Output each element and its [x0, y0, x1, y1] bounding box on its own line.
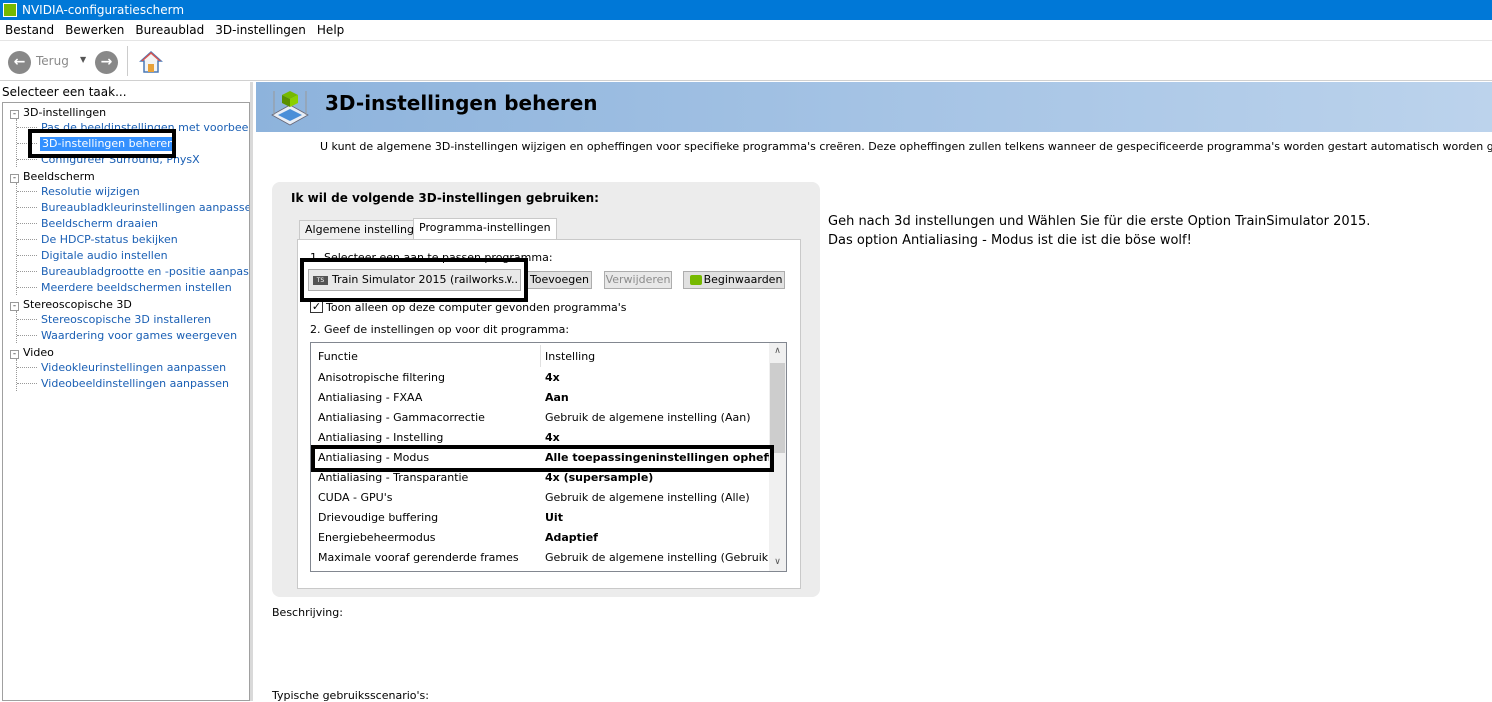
column-header-function[interactable]: Functie — [318, 350, 358, 363]
scroll-down-icon[interactable]: ∨ — [769, 554, 786, 571]
sidebar-item-video-image[interactable]: Videobeeldinstellingen aanpassen — [41, 377, 229, 391]
sidebar-item-image-settings-preview[interactable]: Pas de beeldinstellingen met voorbeeld a… — [41, 121, 249, 135]
scroll-up-icon[interactable]: ∧ — [769, 343, 786, 360]
restore-defaults-button[interactable]: Beginwaarden — [683, 271, 785, 289]
remove-program-button[interactable]: Verwijderen — [604, 271, 672, 289]
column-separator[interactable] — [540, 345, 541, 367]
program-select[interactable]: TS Train Simulator 2015 (railworks.... ∨ — [308, 269, 521, 291]
collapse-icon[interactable]: - — [10, 350, 19, 359]
history-dropdown-icon[interactable]: ▼ — [80, 55, 86, 64]
menu-bar: Bestand Bewerken Bureaublad 3D-instellingen… — [0, 20, 1492, 41]
page-description: U kunt de algemene 3D-instellingen wijzi… — [320, 140, 1492, 153]
program-select-value: Train Simulator 2015 (railworks.... — [332, 273, 518, 286]
back-label[interactable]: Terug — [36, 54, 69, 68]
sidebar-item-multiple-displays[interactable]: Meerdere beeldschermen instellen — [41, 281, 232, 295]
home-icon[interactable] — [139, 50, 163, 74]
tree-group-display[interactable]: - Beeldscherm — [10, 170, 95, 184]
sidebar-item-desktop-size-position[interactable]: Bureaubladgrootte en -positie aanpassen — [41, 265, 249, 279]
sidebar-title: Selecteer een taak... — [2, 85, 127, 99]
table-row[interactable]: Anisotropische filtering 4x — [311, 368, 769, 388]
menu-edit[interactable]: Bewerken — [60, 20, 130, 41]
sidebar-item-game-ratings[interactable]: Waardering voor games weergeven — [41, 329, 237, 343]
sidebar-item-configure-surround-physx[interactable]: Configureer Surround, PhysX — [41, 153, 200, 167]
page-title: 3D-instellingen beheren — [325, 91, 598, 115]
checkbox-label: Toon alleen op deze computer gevonden pr… — [326, 301, 627, 314]
window-title: NVIDIA-configuratiescherm — [22, 3, 185, 17]
title-bar: NVIDIA-configuratiescherm — [0, 0, 1492, 20]
table-row[interactable]: Antialiasing - Modus Alle toepassingenins… — [311, 448, 785, 468]
toolbar: ← Terug ▼ → — [0, 41, 1492, 81]
table-row[interactable]: Energiebeheermodus Adaptief — [311, 528, 769, 548]
table-row[interactable]: Maximale vooraf gerenderde frames Gebruik… — [311, 548, 786, 568]
step2-label: 2. Geef de instellingen op voor dit prog… — [310, 323, 570, 336]
table-row[interactable]: CUDA - GPU's Gebruik de algemene instelli… — [311, 488, 769, 508]
panel-title: Ik wil de volgende 3D-instellingen gebru… — [291, 191, 599, 205]
sidebar-item-manage-3d-settings[interactable]: 3D-instellingen beheren — [40, 137, 177, 151]
sidebar-item-hdcp-status[interactable]: De HDCP-status bekijken — [41, 233, 178, 247]
annotation-line-2: Das option Antialiasing - Modus ist die … — [828, 233, 1192, 248]
collapse-icon[interactable]: - — [10, 174, 19, 183]
nvidia-logo-icon — [690, 275, 702, 285]
add-program-button[interactable]: Toevoegen — [527, 271, 592, 289]
show-found-programs-checkbox[interactable]: ✓ — [310, 300, 323, 313]
scroll-thumb[interactable] — [770, 363, 785, 453]
table-scrollbar[interactable]: ∧ ∨ — [769, 343, 786, 571]
task-tree: -3D-instellingen Pas de beeldinstellinge… — [2, 102, 250, 701]
3d-settings-cube-icon — [271, 91, 309, 126]
task-sidebar: Selecteer een taak... -3D-instellingen P… — [0, 82, 253, 701]
table-row[interactable]: Antialiasing - Transparantie 4x (supersam… — [311, 468, 769, 488]
chevron-down-icon: ∨ — [505, 274, 513, 285]
table-row[interactable]: Antialiasing - Gammacorrectie Gebruik de … — [311, 408, 769, 428]
sidebar-item-install-stereoscopic-3d[interactable]: Stereoscopische 3D installeren — [41, 313, 211, 327]
back-arrow-icon[interactable]: ← — [8, 51, 31, 74]
column-header-setting[interactable]: Instelling — [545, 350, 595, 363]
tree-group-video[interactable]: - Video — [10, 346, 54, 360]
table-row[interactable]: Antialiasing - Instelling 4x — [311, 428, 769, 448]
settings-table: Functie Instelling Anisotropische filter… — [310, 342, 787, 572]
menu-file[interactable]: Bestand — [0, 20, 60, 41]
description-label: Beschrijving: — [272, 606, 343, 619]
table-row[interactable]: Drievoudige buffering Uit — [311, 508, 769, 528]
step1-label: 1. Selecteer een aan te passen programma… — [310, 251, 553, 264]
sidebar-item-change-resolution[interactable]: Resolutie wijzigen — [41, 185, 140, 199]
sidebar-item-digital-audio[interactable]: Digitale audio instellen — [41, 249, 168, 263]
menu-help[interactable]: Help — [312, 20, 350, 41]
tree-group-stereoscopic-3d[interactable]: - Stereoscopische 3D — [10, 298, 132, 312]
annotation-line-1: Geh nach 3d instellungen und Wählen Sie … — [828, 214, 1371, 229]
sidebar-item-video-color[interactable]: Videokleurinstellingen aanpassen — [41, 361, 226, 375]
tab-program-settings[interactable]: Programma-instellingen — [413, 218, 557, 240]
sidebar-item-rotate-display[interactable]: Beeldscherm draaien — [41, 217, 158, 231]
usage-scenarios-label: Typische gebruiksscenario's: — [272, 689, 429, 702]
forward-arrow-icon[interactable]: → — [95, 51, 118, 74]
toolbar-separator — [127, 46, 128, 76]
collapse-icon[interactable]: - — [10, 110, 19, 119]
sidebar-item-desktop-color[interactable]: Bureaubladkleurinstellingen aanpassen — [41, 201, 249, 215]
collapse-icon[interactable]: - — [10, 302, 19, 311]
nvidia-app-icon — [3, 3, 17, 17]
train-simulator-icon: TS — [313, 276, 328, 285]
tree-group-3d-settings[interactable]: -3D-instellingen — [10, 106, 106, 120]
menu-desktop[interactable]: Bureaublad — [130, 20, 210, 41]
page-header: 3D-instellingen beheren — [256, 82, 1492, 132]
table-row[interactable]: Antialiasing - FXAA Aan — [311, 388, 769, 408]
menu-3d-settings[interactable]: 3D-instellingen — [210, 20, 312, 41]
